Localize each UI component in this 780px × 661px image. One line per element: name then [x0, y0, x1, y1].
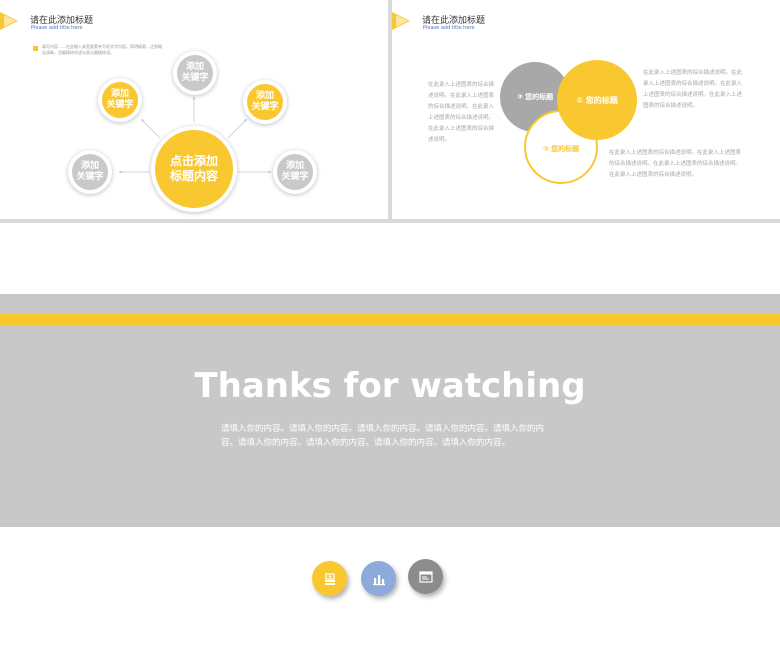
bar-chart-icon	[372, 574, 385, 585]
keyword-node-right[interactable]: 添加 关键字	[273, 150, 317, 194]
thanks-heading: Thanks for watching	[194, 366, 586, 406]
keyword-node-top-left[interactable]: 添加 关键字	[98, 78, 142, 122]
header-triangle-inner-icon	[396, 15, 408, 27]
center-node[interactable]: 点击添加 标题内容	[151, 126, 237, 212]
keyword-line-2: 关键字	[181, 73, 209, 83]
slide-1-thumbnail[interactable]: 请在此添加标题 Please add title here 填写内容……在此输入…	[0, 0, 388, 219]
keyword-node-left[interactable]: 添加 关键字	[68, 150, 112, 194]
yellow-stripe	[0, 314, 780, 325]
center-line-2: 标题内容	[169, 169, 218, 183]
keyword-node-top[interactable]: 添加 关键字	[173, 51, 217, 95]
icon-button-browser[interactable]	[408, 559, 443, 594]
venn-label-3: ③ 您的标题	[516, 93, 554, 101]
keyword-node-top-right[interactable]: 添加 关键字	[243, 80, 287, 124]
venn-label-2: ② 您的标题	[542, 145, 580, 153]
center-line-1: 点击添加	[169, 154, 218, 168]
keyword-line-1: 添加	[185, 62, 204, 72]
browser-window-icon	[418, 570, 433, 583]
money-stack-icon	[324, 572, 335, 585]
venn-circle-1[interactable]: ① 您的标题	[557, 60, 637, 140]
keyword-line-2: 关键字	[281, 172, 309, 182]
connector-top-left	[140, 118, 161, 139]
right-description-bottom: 在此录入上述图表的综合描述说明。在此录入上述图表的综合描述说明。在此录入上述图表…	[609, 150, 742, 178]
keyword-line-2: 关键字	[251, 102, 279, 112]
slide-subtitle: Please add title here	[423, 25, 475, 31]
slide-2-thumbnail[interactable]: 请在此添加标题 Please add title here 在此录入上述图表的综…	[392, 0, 780, 219]
icon-button-money[interactable]	[312, 561, 347, 596]
thanks-body-text: 请填入你的内容。请填入你的内容。请填入你的内容。请填入你的内容。请填入你的内容。…	[221, 424, 545, 448]
keyword-line-2: 关键字	[76, 172, 104, 182]
connector-top-right	[227, 118, 248, 139]
right-description-top: 在此录入上述图表的综合描述说明。在此录入上述图表的综合描述说明。在此录入上述图表…	[643, 70, 743, 109]
gray-band	[0, 294, 780, 527]
icon-button-chart[interactable]	[361, 561, 396, 596]
slide-3-closing[interactable]: Thanks for watching 请填入你的内容。请填入你的内容。请填入你…	[0, 223, 780, 661]
keyword-line-2: 关键字	[106, 100, 134, 110]
left-description: 在此录入上述图表的综合描述说明。在此录入上述图表的综合描述说明。在此录入上述图表…	[428, 82, 495, 143]
keyword-line-1: 添加	[110, 89, 129, 99]
venn-label-1: ① 您的标题	[576, 95, 618, 105]
keyword-line-1: 添加	[80, 161, 99, 171]
keyword-line-1: 添加	[255, 91, 274, 101]
keyword-line-1: 添加	[285, 161, 304, 171]
